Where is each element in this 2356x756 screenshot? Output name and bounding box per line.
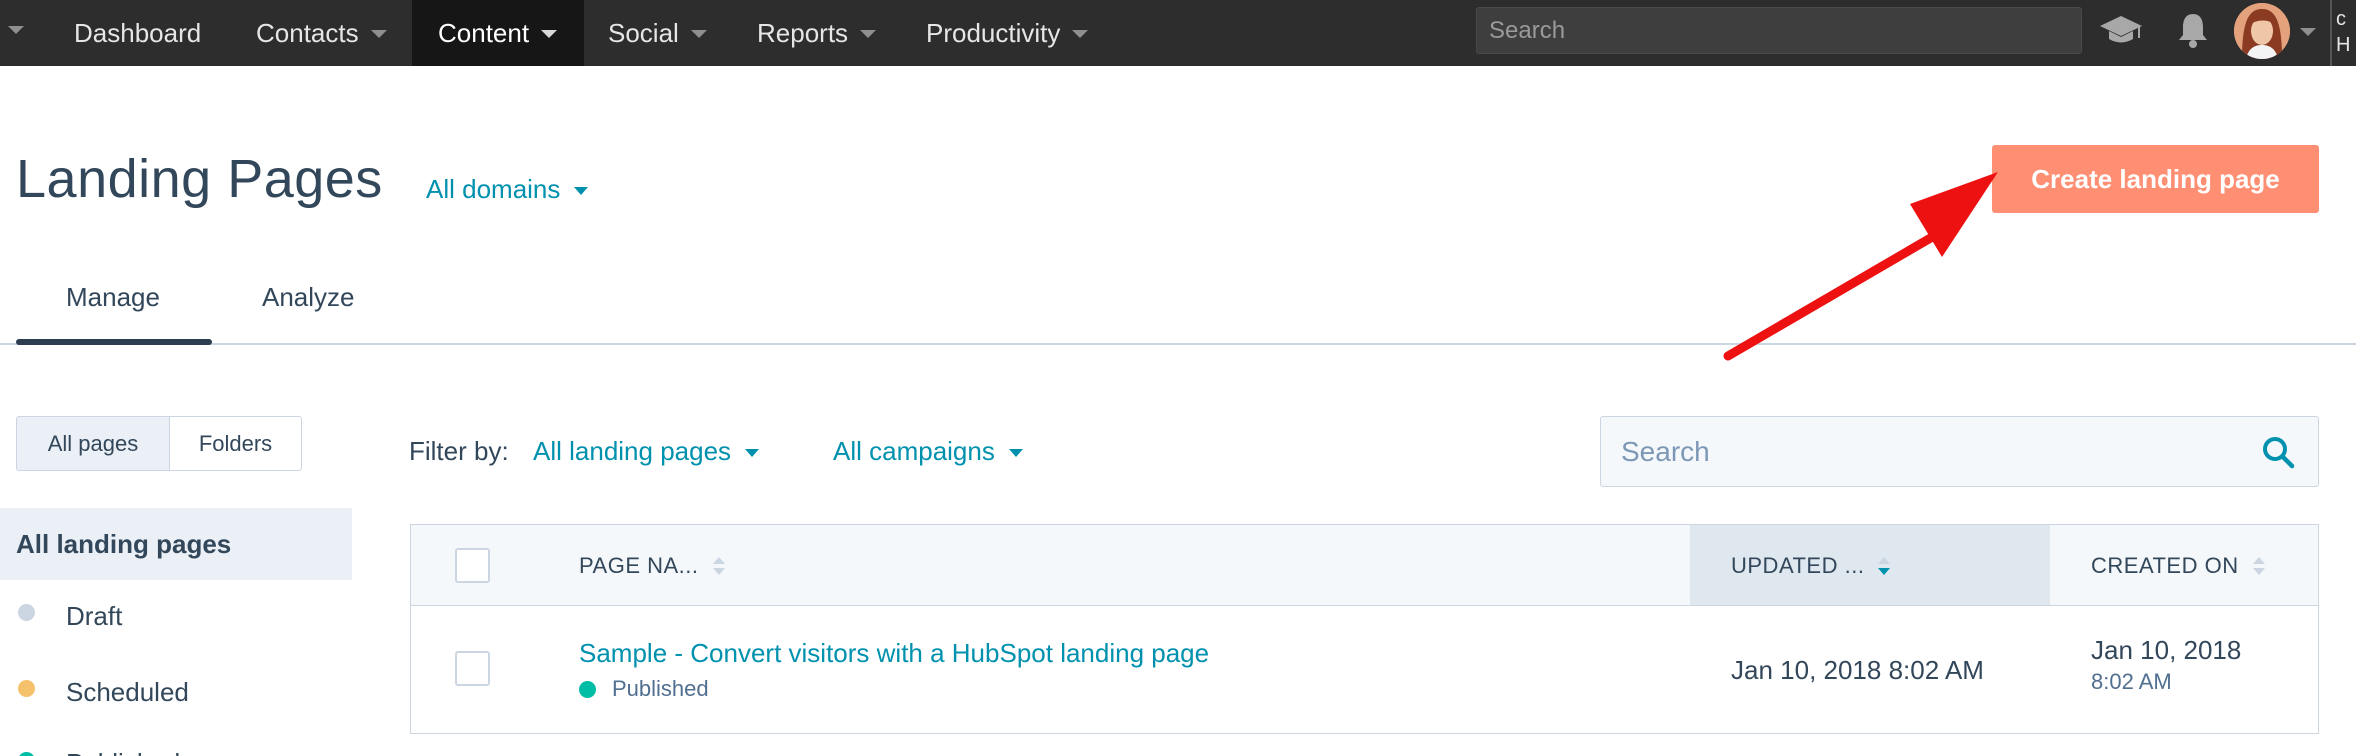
domain-filter-label: All domains bbox=[426, 174, 561, 204]
sidebar-active-label: All landing pages bbox=[16, 529, 232, 559]
create-landing-page-button[interactable]: Create landing page bbox=[1992, 145, 2319, 213]
segment-label: Folders bbox=[198, 430, 273, 456]
status-dot-scheduled bbox=[18, 680, 35, 697]
tab-manage[interactable]: Manage bbox=[66, 282, 160, 313]
sort-descending-icon bbox=[1878, 557, 1891, 575]
app-root: Dashboard Contacts Content Social Report… bbox=[0, 0, 2356, 756]
tab-label: Analyze bbox=[262, 282, 355, 312]
nav-item-content[interactable]: Content bbox=[412, 0, 584, 66]
edge-text-line: H bbox=[2336, 34, 2351, 56]
tabs-divider bbox=[0, 343, 2356, 345]
status-badge: Published bbox=[579, 676, 709, 702]
chevron-down-icon bbox=[860, 30, 877, 38]
nav-item-label: Reports bbox=[757, 17, 849, 48]
column-header-label: PAGE NA... bbox=[579, 553, 699, 578]
active-tab-indicator bbox=[16, 339, 212, 345]
row-checkbox[interactable] bbox=[455, 651, 490, 686]
bell-icon[interactable] bbox=[2176, 11, 2210, 54]
column-header-page-name[interactable]: PAGE NA... bbox=[579, 553, 725, 579]
nav-item-label: Productivity bbox=[926, 17, 1061, 48]
landing-pages-table: PAGE NA... UPDATED ... CREATED ON Sample… bbox=[410, 524, 2319, 734]
sidebar-item-scheduled[interactable]: Scheduled bbox=[66, 677, 189, 708]
edge-text-line: c bbox=[2336, 8, 2346, 30]
nav-item-label: Social bbox=[608, 17, 679, 48]
sidebar-item-draft[interactable]: Draft bbox=[66, 601, 122, 632]
page-title: Landing Pages bbox=[16, 149, 383, 209]
tab-analyze[interactable]: Analyze bbox=[262, 282, 355, 313]
table-search-box bbox=[1600, 416, 2319, 487]
chevron-down-icon bbox=[745, 448, 760, 457]
nav-item-reports[interactable]: Reports bbox=[733, 0, 900, 66]
sort-icon bbox=[2252, 557, 2265, 575]
created-date-cell: Jan 10, 2018 bbox=[2091, 635, 2242, 665]
global-search-input[interactable] bbox=[1476, 7, 2082, 54]
campaign-filter-dropdown[interactable]: All campaigns bbox=[833, 436, 1023, 467]
column-header-created-on[interactable]: CREATED ON bbox=[2091, 553, 2265, 579]
column-header-label: UPDATED ... bbox=[1731, 553, 1865, 578]
nav-item-contacts[interactable]: Contacts bbox=[232, 0, 411, 66]
chevron-down-icon bbox=[541, 30, 558, 38]
chevron-down-icon bbox=[1072, 30, 1089, 38]
tab-label: Manage bbox=[66, 282, 160, 312]
updated-cell: Jan 10, 2018 8:02 AM bbox=[1731, 655, 1984, 685]
pages-filter-label: All landing pages bbox=[533, 436, 732, 466]
nav-item-productivity[interactable]: Productivity bbox=[902, 0, 1112, 66]
chevron-down-icon bbox=[574, 186, 589, 195]
segment-label: All pages bbox=[47, 430, 139, 456]
account-menu-caret-icon[interactable] bbox=[2300, 28, 2316, 36]
domain-filter-dropdown[interactable]: All domains bbox=[426, 174, 589, 205]
pages-filter-dropdown[interactable]: All landing pages bbox=[533, 436, 760, 467]
nav-item-label: Content bbox=[438, 17, 530, 48]
chevron-down-icon bbox=[690, 30, 707, 38]
nav-item-dashboard[interactable]: Dashboard bbox=[48, 0, 227, 66]
select-all-checkbox[interactable] bbox=[455, 548, 490, 583]
graduation-cap-icon[interactable] bbox=[2098, 12, 2144, 53]
segment-folders[interactable]: Folders bbox=[169, 416, 302, 471]
status-dot-published bbox=[18, 752, 35, 756]
table-header: PAGE NA... UPDATED ... CREATED ON bbox=[411, 525, 2318, 606]
segment-all-pages[interactable]: All pages bbox=[16, 416, 170, 471]
created-time-cell: 8:02 AM bbox=[2091, 669, 2172, 694]
nav-item-label: Dashboard bbox=[74, 17, 202, 48]
column-header-label: CREATED ON bbox=[2091, 553, 2239, 578]
column-header-updated[interactable]: UPDATED ... bbox=[1731, 553, 1891, 579]
sort-icon bbox=[712, 557, 725, 575]
chevron-down-icon bbox=[1008, 448, 1023, 457]
sidebar-item-published[interactable]: Published bbox=[66, 748, 180, 756]
page-name-link[interactable]: Sample - Convert visitors with a HubSpot… bbox=[579, 638, 1209, 669]
nav-overflow-caret-icon[interactable] bbox=[8, 26, 24, 34]
avatar[interactable] bbox=[2234, 3, 2290, 59]
account-name-edge[interactable]: c H bbox=[2330, 0, 2356, 66]
chevron-down-icon bbox=[370, 30, 387, 38]
status-dot-draft bbox=[18, 604, 35, 621]
filter-by-label: Filter by: bbox=[409, 436, 509, 466]
search-icon[interactable] bbox=[2261, 435, 2295, 474]
published-status-dot bbox=[579, 680, 596, 698]
top-nav: Dashboard Contacts Content Social Report… bbox=[0, 0, 2356, 66]
table-search-input[interactable] bbox=[1601, 417, 2241, 486]
nav-item-label: Contacts bbox=[256, 17, 359, 48]
campaign-filter-label: All campaigns bbox=[833, 436, 995, 466]
nav-item-social[interactable]: Social bbox=[584, 0, 731, 66]
status-label: Published bbox=[612, 676, 709, 701]
